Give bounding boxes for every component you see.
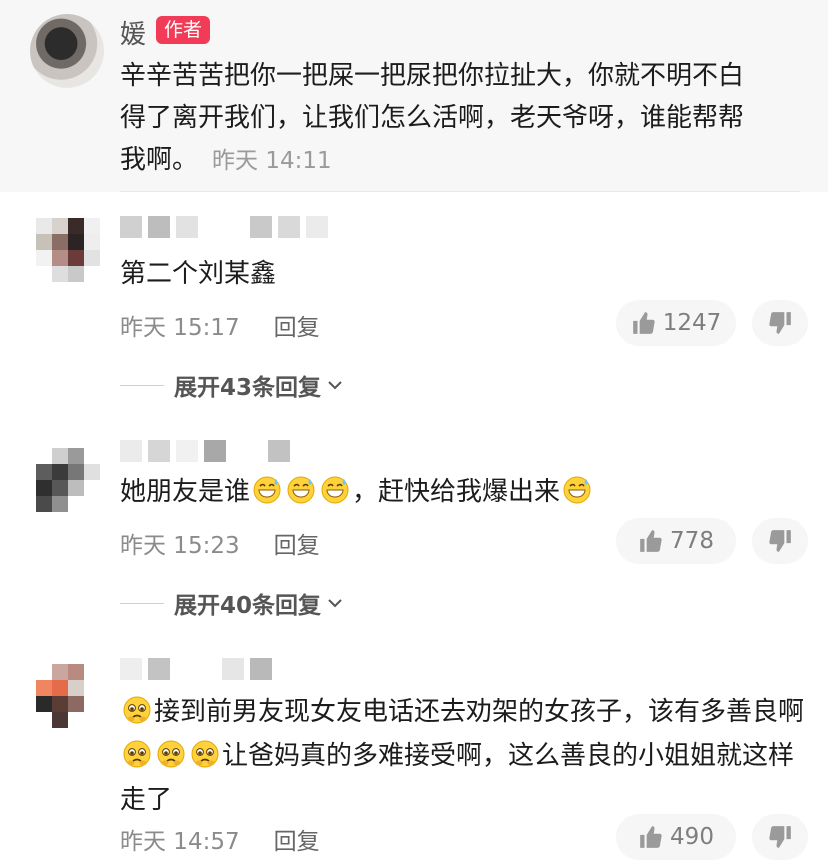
comment-text: 她朋友是谁 ，赶快给我爆出来 — [120, 470, 594, 514]
expand-replies-label: 展开40条回复 — [174, 593, 322, 619]
grinning-sweat-emoji — [563, 476, 591, 504]
thumbs-down-icon — [769, 826, 791, 848]
thumbs-up-icon — [640, 530, 662, 552]
reply-button[interactable]: 回复 — [274, 308, 320, 342]
like-button[interactable]: 778 — [616, 518, 736, 564]
pleading-face-emoji — [157, 740, 185, 768]
dislike-button[interactable] — [752, 814, 808, 860]
blurred-avatar[interactable] — [36, 664, 100, 728]
thumbs-up-icon — [640, 826, 662, 848]
like-count: 490 — [670, 824, 714, 850]
blurred-avatar[interactable] — [36, 448, 100, 512]
like-button[interactable]: 1247 — [616, 300, 736, 346]
divider — [120, 191, 800, 192]
comment-text-part: 接到前男友现女友电话还去劝架的女孩子，该有多善良啊 — [154, 697, 805, 727]
thumbs-down-icon — [769, 530, 791, 552]
reply-button[interactable]: 回复 — [274, 822, 320, 856]
comment-time: 昨天 15:17 — [120, 315, 240, 341]
blurred-username[interactable] — [120, 216, 328, 244]
thumbs-up-icon — [632, 312, 655, 334]
chevron-down-icon — [328, 381, 342, 390]
pleading-face-emoji — [191, 740, 219, 768]
comment-text: 第二个刘某鑫 — [120, 259, 277, 289]
thumbs-down-icon — [769, 312, 791, 334]
comment-time: 昨天 14:57 — [120, 829, 240, 855]
comment-text-part: ，赶快给我爆出来 — [352, 477, 561, 507]
pleading-face-emoji — [123, 696, 151, 724]
author-comment-text: 辛辛苦苦把你一把屎一把尿把你拉扯大，你就不明不白得了离开我们，让我们怎么活啊，老… — [120, 55, 760, 182]
author-avatar[interactable] — [30, 14, 104, 88]
author-name[interactable]: 媛 — [120, 14, 146, 51]
expand-line — [120, 602, 164, 604]
dislike-button[interactable] — [752, 300, 808, 346]
dislike-button[interactable] — [752, 518, 808, 564]
expand-replies-button[interactable]: 展开40条回复 — [120, 586, 345, 620]
comment-time: 昨天 15:23 — [120, 533, 240, 559]
blurred-username[interactable] — [120, 658, 272, 686]
comment-text-part: 她朋友是谁 — [120, 477, 251, 507]
grinning-sweat-emoji — [253, 476, 281, 504]
reply-button[interactable]: 回复 — [274, 526, 320, 560]
expand-replies-label: 展开43条回复 — [174, 375, 322, 401]
like-count: 1247 — [662, 310, 722, 336]
chevron-down-icon — [328, 599, 342, 608]
comment-text: 接到前男友现女友电话还去劝架的女孩子，该有多善良啊让爸妈真的多难接受啊，这么善良… — [120, 690, 810, 822]
like-count: 778 — [670, 528, 714, 554]
author-badge: 作者 — [156, 16, 211, 44]
comment-meta: 昨天 15:23 回复 — [120, 526, 320, 560]
like-button[interactable]: 490 — [616, 814, 736, 860]
expand-line — [120, 384, 164, 386]
blurred-avatar[interactable] — [36, 218, 100, 282]
comment-text-part: 让爸妈真的多难接受啊，这么善良的小姐姐就这样走了 — [120, 741, 795, 815]
comment-meta: 昨天 14:57 回复 — [120, 822, 320, 856]
author-comment-time: 昨天 14:11 — [212, 148, 332, 174]
pleading-face-emoji — [123, 740, 151, 768]
blurred-username[interactable] — [120, 440, 290, 468]
expand-replies-button[interactable]: 展开43条回复 — [120, 368, 345, 402]
author-comment-card: 媛 作者 辛辛苦苦把你一把屎一把尿把你拉扯大，你就不明不白得了离开我们，让我们怎… — [0, 0, 828, 192]
comment-meta: 昨天 15:17 回复 — [120, 308, 320, 342]
grinning-sweat-emoji — [321, 476, 349, 504]
grinning-sweat-emoji — [287, 476, 315, 504]
